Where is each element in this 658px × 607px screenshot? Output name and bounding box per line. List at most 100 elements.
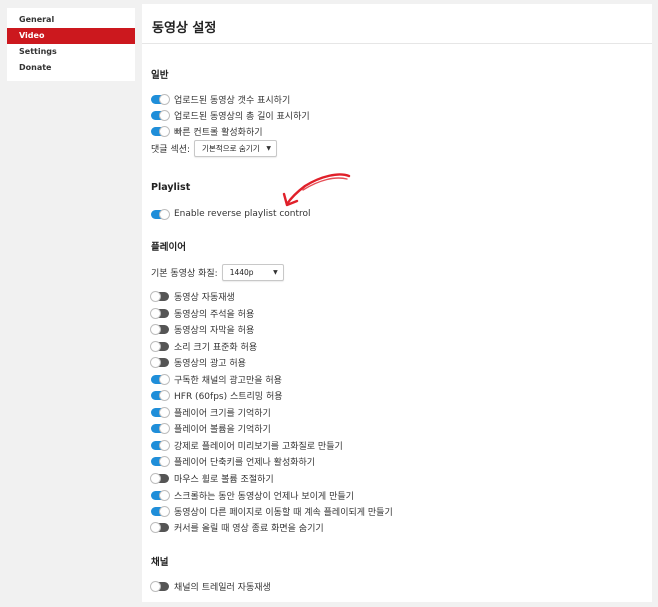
toggle-switch[interactable] <box>151 439 170 451</box>
toggle-knob <box>159 489 170 501</box>
setting-row: 커서를 올릴 때 영상 종료 화면을 숨기기 <box>150 520 324 534</box>
section-title-playlist: Playlist <box>151 182 191 193</box>
toggle-switch[interactable] <box>150 580 169 592</box>
triangle-down-icon: ▼ <box>266 145 272 152</box>
panel-header: 동영상 설정 <box>142 4 652 44</box>
setting-label: 마우스 휠로 볼륨 조절하기 <box>174 474 274 485</box>
comments-select-row: 댓글 섹션: 기본적으로 숨기기 ▼ <box>151 140 278 157</box>
section-title-channel: 채널 <box>151 557 169 568</box>
comments-select-value: 기본적으로 숨기기 <box>202 144 260 153</box>
toggle-knob <box>150 323 161 335</box>
setting-label: 플레이어 크기를 기억하기 <box>174 408 271 419</box>
setting-label: 동영상 자동재생 <box>174 292 235 303</box>
setting-label: 동영상의 주석을 허용 <box>174 309 255 320</box>
quality-select-label: 기본 동영상 화질: <box>151 269 218 279</box>
toggle-knob <box>159 455 170 467</box>
sidebar-item-general[interactable]: General <box>7 12 135 28</box>
quality-select-row: 기본 동영상 화질: 1440p ▼ <box>151 264 284 281</box>
setting-label: 빠른 컨트롤 활성화하기 <box>174 127 263 138</box>
toggle-switch[interactable] <box>150 340 169 352</box>
setting-row: 스크롤하는 동안 동영상이 언제나 보이게 만들기 <box>151 488 354 502</box>
setting-row: 동영상 자동재생 <box>150 289 235 303</box>
setting-row: 업로드된 동영상의 총 길이 표시하기 <box>151 108 310 122</box>
setting-row: 구독한 채널의 광고만을 허용 <box>151 372 282 386</box>
setting-row: 동영상의 자막을 허용 <box>150 322 255 336</box>
toggle-switch[interactable] <box>151 93 170 105</box>
toggle-switch[interactable] <box>150 307 169 319</box>
section-title-general: 일반 <box>151 70 169 81</box>
setting-row: 플레이어 볼륨을 기억하기 <box>151 421 271 435</box>
setting-label: 동영상의 자막을 허용 <box>174 325 255 336</box>
setting-label: 강제로 플레이어 미리보기를 고화질로 만들기 <box>174 441 343 452</box>
setting-row: HFR (60fps) 스트리밍 허용 <box>151 388 283 402</box>
toggle-knob <box>159 125 170 137</box>
triangle-down-icon: ▼ <box>273 269 278 276</box>
toggle-switch[interactable] <box>150 472 169 484</box>
toggle-switch[interactable] <box>151 422 170 434</box>
setting-row: 플레이어 단축키를 언제나 활성화하기 <box>151 454 315 468</box>
setting-label: 업로드된 동영상의 총 길이 표시하기 <box>174 111 310 122</box>
toggle-switch[interactable] <box>151 125 170 137</box>
setting-label: 스크롤하는 동안 동영상이 언제나 보이게 만들기 <box>174 491 354 502</box>
toggle-knob <box>159 505 170 517</box>
setting-row: 동영상이 다른 페이지로 이동할 때 계속 플레이되게 만들기 <box>151 504 393 518</box>
quality-select[interactable]: 1440p ▼ <box>221 264 284 281</box>
red-arrow-icon <box>282 173 351 207</box>
toggle-switch[interactable] <box>150 323 169 335</box>
setting-label: 동영상이 다른 페이지로 이동할 때 계속 플레이되게 만들기 <box>174 507 393 518</box>
toggle-knob <box>159 208 170 220</box>
setting-label: 플레이어 볼륨을 기억하기 <box>174 424 271 435</box>
toggle-knob <box>159 109 170 121</box>
setting-label: 소리 크기 표준화 허용 <box>174 342 258 353</box>
toggle-knob <box>159 422 170 434</box>
setting-label: 동영상의 광고 허용 <box>174 358 246 369</box>
quality-select-value: 1440p <box>229 268 254 277</box>
toggle-switch[interactable] <box>150 290 169 302</box>
toggle-knob <box>150 356 161 368</box>
setting-label: 커서를 올릴 때 영상 종료 화면을 숨기기 <box>174 523 324 534</box>
setting-row: 플레이어 크기를 기억하기 <box>151 405 271 419</box>
toggle-knob <box>159 439 170 451</box>
toggle-switch[interactable] <box>150 356 169 368</box>
setting-label: 플레이어 단축키를 언제나 활성화하기 <box>174 457 316 468</box>
toggle-knob <box>150 580 161 592</box>
toggle-knob <box>159 373 170 385</box>
setting-row: 동영상의 광고 허용 <box>150 355 246 369</box>
toggle-knob <box>150 521 161 533</box>
setting-row: 강제로 플레이어 미리보기를 고화질로 만들기 <box>151 438 343 452</box>
toggle-switch[interactable] <box>150 521 169 533</box>
setting-label: 채널의 트레일러 자동재생 <box>174 582 271 593</box>
sidebar-item-donate[interactable]: Donate <box>7 60 135 76</box>
sidebar-item-settings[interactable]: Settings <box>7 44 135 60</box>
setting-row: 업로드된 동영상 갯수 표시하기 <box>151 92 290 106</box>
setting-row: 소리 크기 표준화 허용 <box>150 339 258 353</box>
setting-label: 업로드된 동영상 갯수 표시하기 <box>174 95 291 106</box>
toggle-switch[interactable] <box>151 109 170 121</box>
toggle-knob <box>159 389 170 401</box>
setting-row: 동영상의 주석을 허용 <box>150 306 255 320</box>
sidebar-nav: General Video Settings Donate <box>7 8 135 81</box>
toggle-switch[interactable] <box>151 489 170 501</box>
toggle-switch[interactable] <box>151 208 170 220</box>
section-title-player: 플레이어 <box>151 242 186 253</box>
setting-row: 빠른 컨트롤 활성화하기 <box>151 124 263 138</box>
settings-panel: 동영상 설정 일반 업로드된 동영상 갯수 표시하기 업로드된 동영상의 총 길… <box>142 4 652 602</box>
toggle-switch[interactable] <box>151 389 170 401</box>
toggle-switch[interactable] <box>151 373 170 385</box>
toggle-knob <box>150 472 161 484</box>
toggle-switch[interactable] <box>151 406 170 418</box>
page-title: 동영상 설정 <box>152 21 217 36</box>
toggle-switch[interactable] <box>151 505 170 517</box>
comments-select[interactable]: 기본적으로 숨기기 ▼ <box>194 140 278 157</box>
toggle-knob <box>150 340 161 352</box>
comments-select-label: 댓글 섹션: <box>151 145 191 155</box>
toggle-knob <box>150 307 161 319</box>
toggle-knob <box>150 290 161 302</box>
setting-row: 마우스 휠로 볼륨 조절하기 <box>150 471 274 485</box>
sidebar-item-video[interactable]: Video <box>7 28 135 44</box>
setting-label: HFR (60fps) 스트리밍 허용 <box>174 391 283 402</box>
toggle-knob <box>159 93 170 105</box>
toggle-knob <box>159 406 170 418</box>
toggle-switch[interactable] <box>151 455 170 467</box>
setting-row: 채널의 트레일러 자동재생 <box>150 579 271 593</box>
